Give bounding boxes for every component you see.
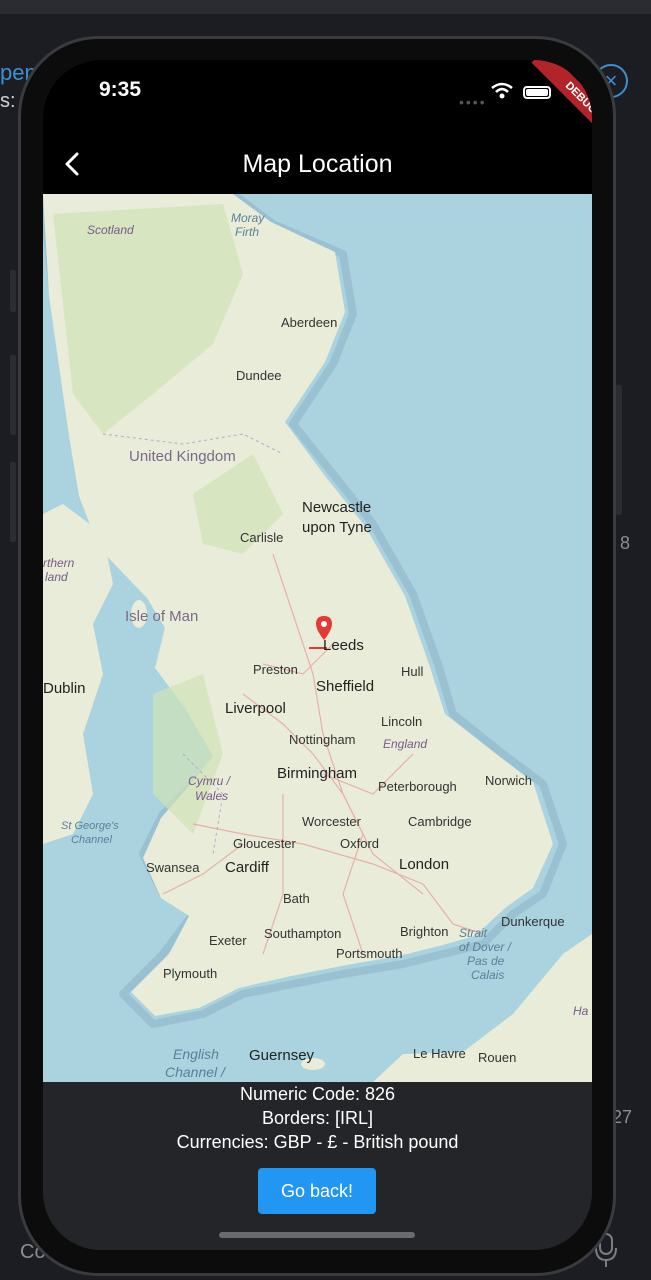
map-label-bath: Bath xyxy=(283,891,310,906)
map-label-le-havre: Le Havre xyxy=(413,1046,466,1061)
map-label-rouen: Rouen xyxy=(478,1050,517,1065)
map-label-liverpool: Liverpool xyxy=(225,700,286,717)
map-label-ha: Ha xyxy=(573,1004,589,1018)
home-indicator[interactable] xyxy=(219,1232,415,1238)
side-button xyxy=(10,355,16,435)
map-label-england: England xyxy=(383,737,428,751)
map-label-moray-firth: Firth xyxy=(235,225,259,239)
map-label-portsmouth: Portsmouth xyxy=(336,946,403,961)
phone-screen: 9:35 •••• DEBUG Map Location Scotland Mo… xyxy=(43,60,592,1250)
map-label-newcastle: upon Tyne xyxy=(302,519,372,536)
map-label-dundee: Dundee xyxy=(236,368,282,383)
battery-icon xyxy=(523,86,551,99)
map-label-carlisle: Carlisle xyxy=(240,530,284,545)
notch xyxy=(183,60,451,102)
wifi-icon xyxy=(491,82,513,99)
map-label-cardiff: Cardiff xyxy=(225,859,269,876)
map-label-gloucester: Gloucester xyxy=(233,836,296,851)
background-number: 8 xyxy=(620,533,631,553)
status-bar: 9:35 •••• DEBUG xyxy=(43,60,592,148)
map-label-oxford: Oxford xyxy=(340,836,380,851)
map-label-southampton: Southampton xyxy=(264,926,342,941)
map-label-northern-ireland: land xyxy=(45,570,68,584)
map-label-plymouth: Plymouth xyxy=(163,966,218,981)
numeric-code-text: Numeric Code: 826 xyxy=(239,1084,396,1104)
map-label-wales: Cymru / xyxy=(188,774,230,788)
page-title: Map Location xyxy=(242,150,393,178)
country-info-panel: Numeric Code: 826 Borders: [IRL] Currenc… xyxy=(43,1082,592,1250)
map-label-isle-of-man: Isle of Man xyxy=(125,608,199,625)
map-label-cambridge: Cambridge xyxy=(408,814,472,829)
map-label-lincoln: Lincoln xyxy=(381,714,423,729)
map-label-moray-firth: Moray xyxy=(231,211,265,225)
map-label-norwich: Norwich xyxy=(485,773,532,788)
map-label-birmingham: Birmingham xyxy=(277,765,358,782)
map-label-exeter: Exeter xyxy=(209,933,247,948)
currencies-text: Currencies: GBP - £ - British pound xyxy=(176,1132,459,1152)
map-label-strait-of-dover: Calais xyxy=(471,968,505,982)
map-label-st-georges-channel: Channel xyxy=(71,834,112,846)
map-label-northern-ireland: rthern xyxy=(43,556,75,570)
side-button xyxy=(616,385,622,515)
map-label-guernsey: Guernsey xyxy=(249,1047,315,1064)
map-label-hull: Hull xyxy=(401,664,424,679)
map-label-strait-of-dover: Strait xyxy=(459,926,488,940)
map-label-strait-of-dover: Pas de xyxy=(467,954,505,968)
map-label-strait-of-dover: of Dover / xyxy=(459,940,512,954)
background-text-fragment: s: xyxy=(0,90,16,112)
map-label-united-kingdom: United Kingdom xyxy=(129,448,236,465)
status-time: 9:35 xyxy=(99,78,142,101)
map-label-dublin: Dublin xyxy=(43,680,86,697)
map-label-english-channel: English xyxy=(173,1046,219,1062)
map-label-swansea: Swansea xyxy=(146,860,200,875)
side-button xyxy=(10,270,16,312)
map-label-english-channel: Channel / xyxy=(165,1064,225,1080)
map-view[interactable]: Scotland Moray Firth Aberdeen Dundee Uni… xyxy=(43,194,592,1082)
map-label-nottingham: Nottingham xyxy=(289,732,356,747)
map-label-brighton: Brighton xyxy=(400,924,449,939)
map-label-worcester: Worcester xyxy=(302,814,361,829)
side-button xyxy=(10,462,16,542)
map-label-st-georges-channel: St George's xyxy=(61,820,119,832)
map-label-dunkerque: Dunkerque xyxy=(501,914,565,929)
map-label-aberdeen: Aberdeen xyxy=(281,315,338,330)
map-label-leeds: Leeds xyxy=(323,637,364,654)
map-label-peterborough: Peterborough xyxy=(378,779,457,794)
background-window-top xyxy=(0,0,651,14)
map-label-sheffield: Sheffield xyxy=(316,678,375,695)
map-label-preston: Preston xyxy=(253,662,298,677)
map-label-wales: Wales xyxy=(195,789,229,803)
map-label-scotland: Scotland xyxy=(87,223,134,237)
map-label-newcastle: Newcastle xyxy=(302,499,372,516)
app-bar: Map Location xyxy=(43,134,592,194)
map-label-london: London xyxy=(399,856,450,873)
signal-icon: •••• xyxy=(459,94,487,110)
borders-text: Borders: [IRL] xyxy=(261,1108,374,1128)
go-back-button[interactable]: Go back! xyxy=(258,1168,376,1214)
